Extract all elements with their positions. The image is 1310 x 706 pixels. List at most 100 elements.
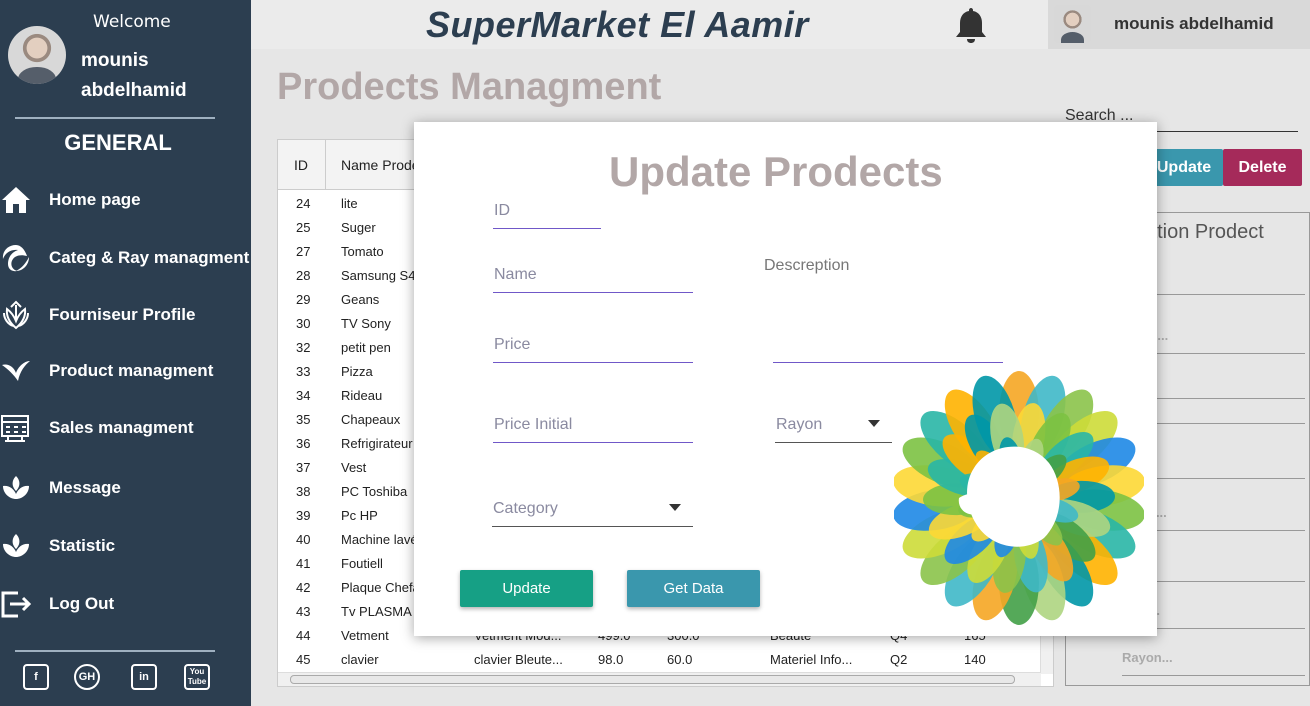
sidebar-item-label: Sales managment bbox=[49, 418, 194, 437]
table-row[interactable]: 45 clavier clavier Bleute... 98.0 60.0 Materi… bbox=[278, 648, 1041, 672]
sidebar-user-name: mounis abdelhamid bbox=[81, 50, 187, 101]
facebook-icon[interactable]: f bbox=[23, 664, 49, 690]
get-data-button[interactable]: Get Data bbox=[627, 570, 760, 607]
cell-name: petit pen bbox=[341, 340, 391, 355]
price-field[interactable]: Price bbox=[493, 323, 693, 363]
dialog-update-button[interactable]: Update bbox=[460, 570, 593, 607]
name-field[interactable]: Name bbox=[493, 253, 693, 293]
cell-name: Pc HP bbox=[341, 508, 378, 523]
sidebar-item-label: Fourniseur Profile bbox=[49, 305, 196, 324]
sidebar-item-label: Product managment bbox=[49, 361, 214, 380]
cell-name: Foutiell bbox=[341, 556, 383, 571]
dialog-title: Update Prodects bbox=[609, 148, 943, 195]
info-panel-title: ation Prodect bbox=[1146, 221, 1264, 243]
page-title: Prodects Managment bbox=[277, 66, 662, 108]
id-label: ID bbox=[494, 202, 510, 219]
cell-name: Pizza bbox=[341, 364, 373, 379]
cell-desc: clavier Bleute... bbox=[474, 652, 563, 667]
cell-name: Samsung S4 bbox=[341, 268, 416, 283]
cell-name: TV Sony bbox=[341, 316, 391, 331]
sidebar-item-statistic[interactable]: Statistic bbox=[0, 526, 251, 566]
rayon-label: Rayon bbox=[776, 416, 823, 433]
price-initial-field[interactable]: Price Initial bbox=[493, 403, 693, 443]
cell-name: Rideau bbox=[341, 388, 383, 403]
delete-button[interactable]: Delete bbox=[1223, 149, 1302, 186]
youtube-icon[interactable]: You Tube bbox=[184, 664, 210, 690]
app-title: SuperMarket El Aamir bbox=[426, 4, 809, 45]
cell-name: clavier bbox=[341, 652, 379, 667]
cell-name: Tomato bbox=[341, 244, 384, 259]
linkedin-icon[interactable]: in bbox=[131, 664, 157, 690]
sidebar-item-sales[interactable]: Sales managment bbox=[0, 408, 251, 448]
sidebar-item-fourniseur[interactable]: Fourniseur Profile bbox=[0, 295, 251, 335]
sidebar-item-label: Statistic bbox=[49, 536, 116, 555]
cell-name: Vest bbox=[341, 460, 367, 475]
cell-id: 27 bbox=[296, 244, 311, 259]
cell-category: Materiel Info... bbox=[770, 652, 853, 667]
cell-rayon: Q2 bbox=[890, 652, 908, 667]
sidebar-item-label: Categ & Ray managment bbox=[49, 248, 250, 267]
cell-id: 34 bbox=[296, 388, 311, 403]
cell-name: lite bbox=[341, 196, 358, 211]
welcome-text: Welcome bbox=[93, 12, 171, 32]
sidebar-item-product[interactable]: Product managment bbox=[0, 351, 251, 391]
cell-id: 32 bbox=[296, 340, 311, 355]
message-icon bbox=[3, 476, 29, 499]
sidebar-item-label: Log Out bbox=[49, 594, 115, 613]
description-label: Descreption bbox=[764, 257, 850, 274]
user-box[interactable]: mounis abdelhamid bbox=[1048, 0, 1310, 49]
logo-icon bbox=[894, 371, 1144, 625]
cell-initial: 60.0 bbox=[667, 652, 693, 667]
info-field: Rayon... bbox=[1122, 650, 1305, 676]
scroll-thumb[interactable] bbox=[290, 675, 1015, 684]
cell-name: Geans bbox=[341, 292, 380, 307]
cell-id: 36 bbox=[296, 436, 311, 451]
price-initial-label: Price Initial bbox=[494, 416, 573, 433]
sidebar-item-message[interactable]: Message bbox=[0, 468, 251, 508]
supplier-icon bbox=[3, 300, 29, 330]
github-icon[interactable]: GH bbox=[74, 664, 100, 690]
chevron-down-icon bbox=[669, 504, 681, 511]
product-icon bbox=[2, 361, 30, 381]
cell-id: 37 bbox=[296, 460, 311, 475]
avatar bbox=[8, 26, 66, 84]
description-field[interactable] bbox=[773, 323, 1003, 363]
statistic-icon bbox=[3, 534, 29, 557]
sidebar-item-label: Home page bbox=[49, 190, 141, 209]
rayon-select[interactable]: Rayon bbox=[775, 403, 892, 443]
cell-id: 39 bbox=[296, 508, 311, 523]
horizontal-scrollbar[interactable] bbox=[278, 672, 1041, 686]
cell-id: 24 bbox=[296, 196, 311, 211]
cell-id: 28 bbox=[296, 268, 311, 283]
id-field[interactable]: ID bbox=[493, 189, 601, 229]
cell-name: Refrigirateur bbox=[341, 436, 413, 451]
name-label: Name bbox=[494, 266, 537, 283]
bell-icon[interactable] bbox=[953, 6, 989, 44]
sidebar-item-home[interactable]: Home page bbox=[0, 180, 251, 220]
cell-id: 42 bbox=[296, 580, 311, 595]
avatar bbox=[1054, 5, 1091, 43]
chevron-down-icon bbox=[868, 420, 880, 427]
column-header-name[interactable]: Name Prode bbox=[341, 157, 420, 173]
logout-icon bbox=[1, 591, 32, 618]
cell-name: Plaque Chefa bbox=[341, 580, 420, 595]
category-select[interactable]: Category bbox=[492, 487, 693, 527]
cell-id: 29 bbox=[296, 292, 311, 307]
header-user-name: mounis abdelhamid bbox=[1114, 14, 1274, 33]
cell-id: 45 bbox=[296, 652, 311, 667]
cell-id: 44 bbox=[296, 628, 311, 643]
cell-name: Machine lavé bbox=[341, 532, 418, 547]
column-header-id[interactable]: ID bbox=[294, 157, 308, 173]
cell-id: 25 bbox=[296, 220, 311, 235]
divider bbox=[15, 650, 215, 652]
sidebar: Welcome mounis abdelhamid GENERAL Home p… bbox=[0, 0, 251, 706]
cell-id: 35 bbox=[296, 412, 311, 427]
sidebar-item-label: Message bbox=[49, 478, 121, 497]
cell-id: 30 bbox=[296, 316, 311, 331]
cell-name: Tv PLASMA bbox=[341, 604, 412, 619]
cell-price: 98.0 bbox=[598, 652, 624, 667]
sidebar-item-logout[interactable]: Log Out bbox=[0, 584, 251, 624]
cell-id: 33 bbox=[296, 364, 311, 379]
cell-name: PC Toshiba bbox=[341, 484, 408, 499]
sidebar-item-categ-ray[interactable]: Categ & Ray managment bbox=[0, 238, 251, 278]
